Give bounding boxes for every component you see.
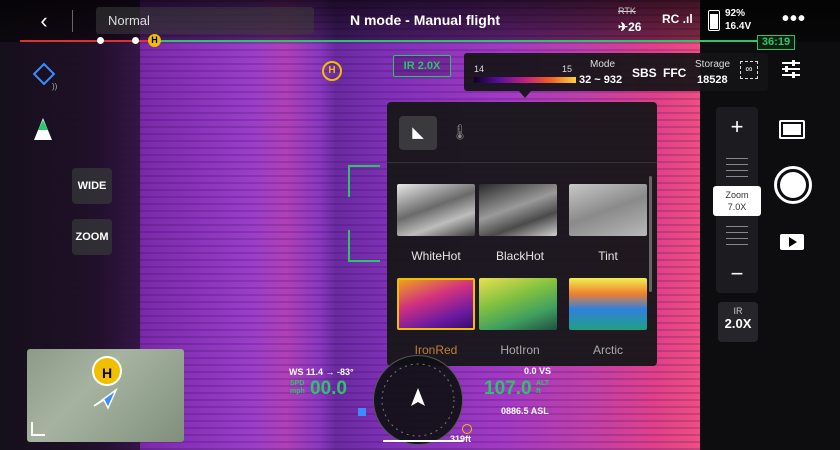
zoom-out-button[interactable]: − <box>716 256 758 292</box>
palette-thumb-whitehot[interactable] <box>397 184 475 236</box>
map-expand-icon[interactable] <box>31 422 45 436</box>
palette-thumb-arctic[interactable] <box>569 278 647 330</box>
storage-value: 18528 <box>697 74 728 86</box>
progress-dot <box>97 37 104 44</box>
zoom-camera-button[interactable]: ZOOM <box>72 219 112 255</box>
signal-arc-icon: )) <box>52 82 58 91</box>
home-marker-icon: H <box>148 34 161 47</box>
ir-label: IR <box>733 306 743 316</box>
sbs-button[interactable]: SBS <box>632 66 657 80</box>
thermometer-tab-icon[interactable]: 🌡 <box>441 116 479 150</box>
zoom-tick <box>726 176 748 177</box>
map-home-icon: H <box>92 356 122 386</box>
zoom-tick <box>726 226 748 227</box>
ir-value: 2.0X <box>724 316 752 331</box>
palette-label-blackhot: BlackHot <box>495 249 545 263</box>
wind-speed: WS 11.4 → -83° <box>289 367 354 377</box>
altitude-unit-bottom: ft <box>536 388 541 395</box>
home-distance: 319ft <box>450 434 472 444</box>
flight-progress-red <box>20 40 150 42</box>
divider <box>72 10 73 32</box>
thermal-bar-caret <box>519 91 531 98</box>
zoom-caption: Zoom <box>725 190 749 200</box>
thermal-color-scale <box>474 77 576 83</box>
altitude: 107.0 <box>484 378 532 399</box>
link-icon[interactable]: ∞ <box>740 61 758 79</box>
focus-bracket-bottom-left <box>348 230 380 262</box>
palette-thumb-blackhot[interactable] <box>479 184 557 236</box>
flight-mode-selector[interactable]: Normal <box>96 7 314 34</box>
thermal-info-bar: 14 15 Mode 32 ~ 932 SBS FFC Storage 1852… <box>464 53 768 91</box>
panel-divider <box>387 162 657 163</box>
horizontal-speed: 00.0 <box>310 378 347 399</box>
rc-signal[interactable]: RC .ıl <box>662 12 693 26</box>
zoom-tick <box>726 164 748 165</box>
palette-label-arctic: Arctic <box>593 343 623 357</box>
thermal-range[interactable]: 32 ~ 932 <box>579 74 622 86</box>
zoom-value: 7.0X <box>727 202 747 212</box>
home-point-icon: H <box>322 61 342 81</box>
playback-icon[interactable] <box>780 234 804 250</box>
battery-icon <box>708 10 720 31</box>
battery-percent: 92% <box>725 8 746 19</box>
palette-thumb-ironred[interactable] <box>397 278 475 330</box>
palette-scrollbar[interactable] <box>649 176 652 292</box>
signal-bars-icon: .ıl <box>679 12 693 26</box>
compass-marker-icon <box>358 408 366 416</box>
wide-camera-button[interactable]: WIDE <box>72 168 112 204</box>
settings-sliders-icon[interactable] <box>780 58 802 80</box>
flight-timer: 36:19 <box>757 35 795 50</box>
focus-bracket-top-left <box>348 165 380 197</box>
home-indicator-bar <box>383 440 463 442</box>
thermal-scale-min: 14 <box>474 64 485 74</box>
satellite-icon: ✈ <box>618 20 629 34</box>
palette-thumb-hotiron[interactable] <box>479 278 557 330</box>
compass-dial <box>373 355 463 445</box>
camera-mode-icon[interactable] <box>779 120 805 139</box>
flight-mode-label: Normal <box>108 13 150 28</box>
home-distance-icon <box>462 424 472 434</box>
thermal-mode-label: Mode <box>590 59 616 70</box>
zoom-tick <box>726 238 748 239</box>
battery-voltage: 16.4V <box>725 21 752 32</box>
palette-thumb-tint[interactable] <box>569 184 647 236</box>
speed-unit-top: SPD <box>290 380 305 387</box>
palette-label-hotiron: HotIron <box>500 343 540 357</box>
aircraft-attitude-inner-icon <box>38 120 48 130</box>
speed-unit: SPD mph <box>290 380 305 396</box>
zoom-level-slider[interactable]: Zoom 7.0X <box>713 186 761 216</box>
thermal-scale-max: 15 <box>562 64 573 74</box>
ir-zoom-tag: IR 2.0X <box>393 55 451 77</box>
satellite-count[interactable]: ✈26 <box>618 20 641 34</box>
vertical-speed: 0.0 VS <box>524 366 552 376</box>
rc-label: RC <box>662 12 680 26</box>
satellite-count-value: 26 <box>628 20 642 34</box>
palette-tab-icon[interactable]: ◣ <box>399 116 437 150</box>
palette-panel: ◣ 🌡 WhiteHot BlackHot Tint IronRed HotIr… <box>387 102 657 366</box>
map-aircraft-icon <box>92 387 118 415</box>
zoom-in-button[interactable]: + <box>716 109 758 145</box>
altitude-asl: 0886.5 ASL <box>501 406 549 416</box>
back-chevron-icon[interactable]: ‹ <box>30 8 58 34</box>
shutter-button[interactable] <box>774 166 812 204</box>
palette-label-whitehot: WhiteHot <box>411 249 461 263</box>
storage-label: Storage <box>695 59 731 70</box>
rtk-status[interactable]: RTK <box>618 6 636 16</box>
palette-label-ironred: IronRed <box>414 343 458 357</box>
progress-dot <box>132 37 139 44</box>
palette-label-tint: Tint <box>598 249 618 263</box>
ir-zoom-button[interactable]: IR 2.0X <box>718 302 758 342</box>
altitude-unit-top: ALT <box>536 380 550 387</box>
zoom-tick <box>726 158 748 159</box>
altitude-unit: ALT ft <box>536 380 549 396</box>
more-icon[interactable]: ••• <box>782 8 806 31</box>
zoom-tick <box>726 244 748 245</box>
page-title: N mode - Manual flight <box>349 12 501 28</box>
ffc-button[interactable]: FFC <box>663 66 686 80</box>
zoom-tick <box>726 170 748 171</box>
zoom-tick <box>726 232 748 233</box>
speed-unit-bottom: mph <box>290 388 305 395</box>
